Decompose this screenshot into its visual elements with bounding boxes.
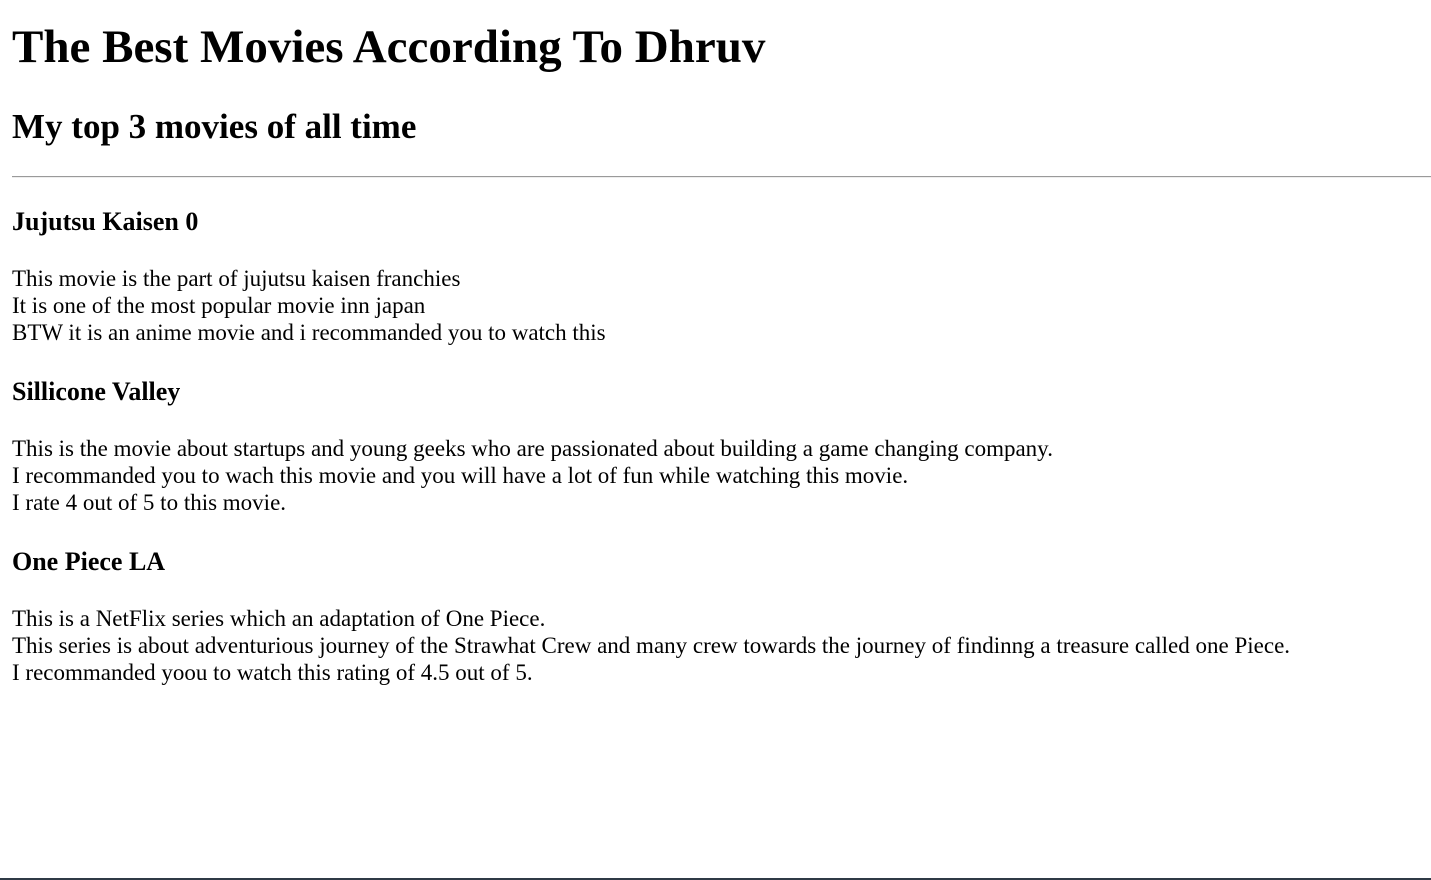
- movie-section-sillicone-valley: Sillicone Valley This is the movie about…: [12, 377, 1053, 516]
- divider: [12, 176, 1431, 178]
- movie-title: One Piece LA: [12, 547, 166, 576]
- movie-description: This is a NetFlix series which an adapta…: [12, 605, 1290, 686]
- page-subtitle: My top 3 movies of all time: [12, 107, 417, 146]
- movie-description-line: I rate 4 out of 5 to this movie.: [12, 490, 287, 515]
- movie-description-line: This series is about adventurious journe…: [12, 633, 1291, 658]
- page-title: The Best Movies According To Dhruv: [12, 21, 766, 73]
- movie-description: This is the movie about startups and you…: [12, 435, 1053, 516]
- movie-description-line: I recommanded yoou to watch this rating …: [12, 660, 533, 685]
- movie-description-line: This is the movie about startups and you…: [12, 436, 1053, 461]
- movie-title: Sillicone Valley: [12, 377, 181, 406]
- movie-description-line: This is a NetFlix series which an adapta…: [12, 606, 546, 631]
- movie-description-line: I recommanded you to wach this movie and…: [12, 463, 909, 488]
- movie-section-one-piece-la: One Piece LA This is a NetFlix series wh…: [12, 547, 1290, 686]
- movie-title: Jujutsu Kaisen 0: [12, 207, 199, 236]
- movie-description: This movie is the part of jujutsu kaisen…: [12, 265, 606, 346]
- movie-section-jujutsu-kaisen: Jujutsu Kaisen 0 This movie is the part …: [12, 207, 606, 346]
- movie-description-line: BTW it is an anime movie and i recommand…: [12, 320, 606, 345]
- movie-description-line: This movie is the part of jujutsu kaisen…: [12, 266, 461, 291]
- movie-description-line: It is one of the most popular movie inn …: [12, 293, 426, 318]
